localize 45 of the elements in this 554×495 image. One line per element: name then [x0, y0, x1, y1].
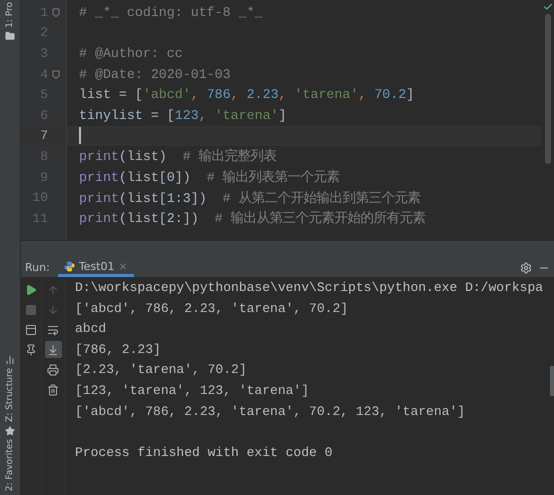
code-line: # @Date: 2020-01-03 — [79, 66, 231, 82]
console-line: [786, 2.23] — [75, 342, 161, 359]
fold-icon — [52, 70, 60, 79]
code-line: tinylist = [123, 'tarena'] — [79, 108, 287, 123]
run-icon — [25, 284, 37, 296]
scroll-to-end-button[interactable] — [44, 341, 62, 358]
code-line: # _*_ coding: utf-8 _*_ — [79, 4, 263, 20]
console-line: abcd — [75, 321, 106, 338]
console-line: ['abcd', 786, 2.23, 'tarena', 70.2, 123, 'tarena'] — [75, 404, 466, 421]
line-number: 7 — [39, 128, 48, 144]
fold-icon — [52, 8, 60, 17]
check-icon — [543, 2, 553, 12]
structure-icon — [5, 354, 15, 365]
console-line: Process finished with exit code 0 — [75, 444, 332, 462]
console-line: ['abcd', 786, 2.23, 'tarena', 70.2] — [75, 300, 348, 318]
scroll-to-end-icon — [47, 344, 59, 356]
folder-icon — [5, 30, 15, 41]
run-label: Run: — [25, 260, 50, 276]
console-line: [2.23, 'tarena', 70.2] — [75, 362, 247, 380]
stop-icon — [25, 304, 37, 316]
star-icon — [5, 426, 15, 436]
code-line: list = ['abcd', 786, 2.23, 'tarena', 70.2] — [79, 87, 414, 102]
code-line: print(list[0]) # 输出列表第一个元素 — [79, 168, 340, 186]
console-line: D:\workspacepy\pythonbase\venv\Scripts\python.exe D:/workspa — [75, 280, 544, 297]
text-caret — [79, 127, 81, 144]
code-line: print(list[2:]) # 输出从第三个元素开始的所有元素 — [79, 210, 426, 228]
code-line: # @Author: cc — [79, 46, 183, 61]
down-arrow-icon — [47, 304, 59, 316]
code-line: print(list[1:3]) # 从第二个开始输出到第三个元素 — [79, 190, 421, 207]
side-tab[interactable]: Z: Structure — [5, 354, 15, 422]
pin-icon — [25, 344, 37, 356]
console-line: [123, 'tarena', 123, 'tarena'] — [75, 382, 310, 400]
trash-icon — [47, 384, 59, 396]
up-arrow-icon — [47, 284, 59, 296]
printer-icon — [47, 364, 59, 376]
layout-icon — [25, 324, 37, 336]
run-tab[interactable]: Test01 × — [58, 259, 134, 277]
settings-icon[interactable] — [520, 262, 532, 274]
scroll-marker — [550, 366, 554, 396]
scrollbar-thumb[interactable] — [545, 14, 551, 164]
wrap-icon — [47, 324, 59, 336]
side-tab[interactable]: 1: Pro — [5, 2, 15, 41]
python-icon — [64, 261, 75, 272]
side-tab[interactable]: 2: Favorites — [5, 426, 15, 491]
code-line: print(list) # 输出完整列表 — [79, 148, 277, 166]
